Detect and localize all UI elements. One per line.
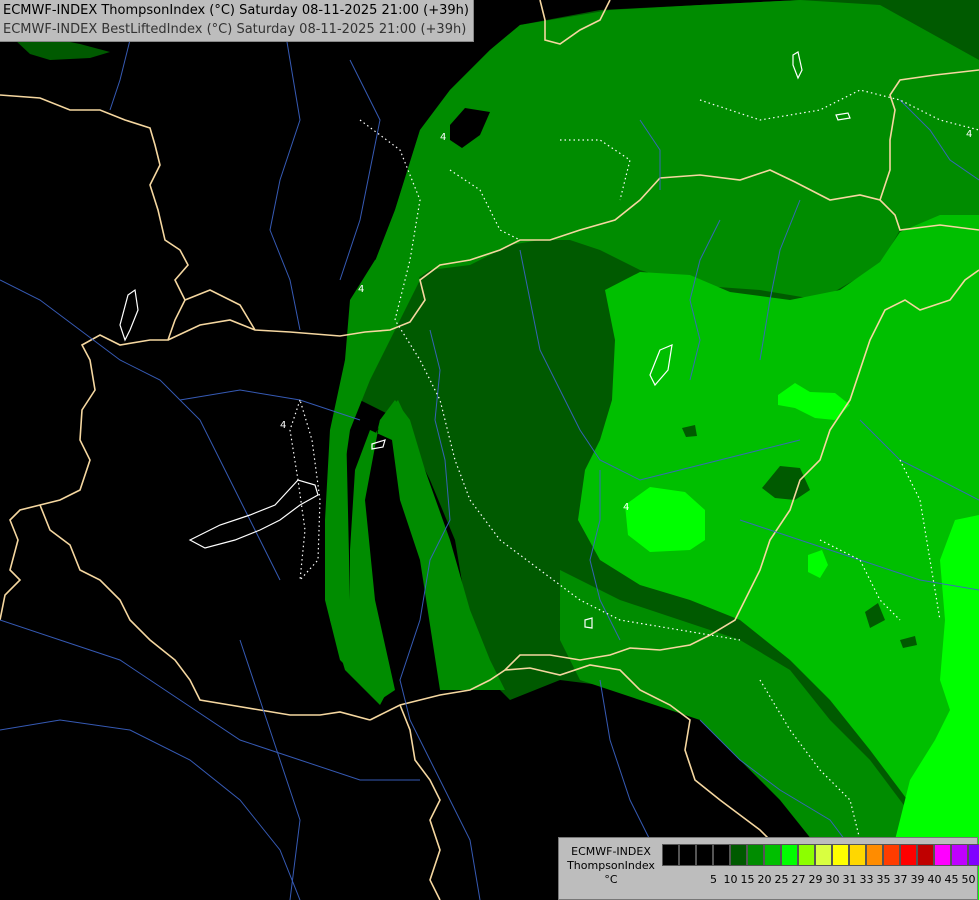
contour-label: 4 [966,129,972,140]
legend-swatch [781,844,798,866]
contour-label: 4 [440,132,446,143]
legend-swatch [951,844,968,866]
legend-tick: 27 [791,873,806,886]
legend-tick: 35 [876,873,891,886]
legend-swatch [747,844,764,866]
legend-swatch [730,844,747,866]
legend-tick: 20 [757,873,772,886]
legend-swatches [662,844,979,866]
legend-ticks: 51015202527293031333537394045505560 [705,873,979,886]
legend-swatch [968,844,979,866]
legend-swatch [815,844,832,866]
legend-swatch [696,844,713,866]
legend-swatch [662,844,679,866]
legend-swatch [764,844,781,866]
legend-tick: 15 [740,873,755,886]
legend-swatch [713,844,730,866]
map-title-secondary: ECMWF-INDEX BestLiftedIndex (°C) Saturda… [3,22,467,37]
legend-tick: 39 [910,873,925,886]
contour-label: 4 [280,420,286,431]
contour-label: 4 [623,502,629,513]
legend-label: ECMWF-INDEX ThompsonIndex °C [563,845,659,887]
legend-swatch [934,844,951,866]
legend-source: ECMWF-INDEX [571,845,651,858]
legend-parameter: ThompsonIndex [567,859,655,872]
map-title-primary: ECMWF-INDEX ThompsonIndex (°C) Saturday … [3,3,469,18]
legend-swatch [798,844,815,866]
legend-tick: 45 [944,873,959,886]
color-legend: ECMWF-INDEX ThompsonIndex °C 5 10 15 20 25 27… [558,837,979,900]
legend-swatch [866,844,883,866]
legend-swatch [900,844,917,866]
legend-tick: 50 [961,873,976,886]
legend-swatch [849,844,866,866]
legend-tick: 40 [927,873,942,886]
legend-unit: °C [604,873,618,886]
legend-tick: 5 [710,873,717,886]
legend-swatch [917,844,934,866]
map-title-box: ECMWF-INDEX ThompsonIndex (°C) Saturday … [0,0,474,42]
legend-swatch [679,844,696,866]
legend-swatch [883,844,900,866]
weather-map[interactable]: 4 4 4 4 4 [0,0,979,900]
legend-swatch [832,844,849,866]
legend-tick: 31 [842,873,857,886]
legend-tick: 25 [774,873,789,886]
legend-tick: 29 [808,873,823,886]
contour-label: 4 [358,284,364,295]
legend-tick: 30 [825,873,840,886]
map-viewer: 4 4 4 4 4 ECMWF-INDEX ThompsonIndex (°C)… [0,0,979,900]
legend-tick: 37 [893,873,908,886]
legend-tick: 10 [723,873,738,886]
legend-tick: 33 [859,873,874,886]
